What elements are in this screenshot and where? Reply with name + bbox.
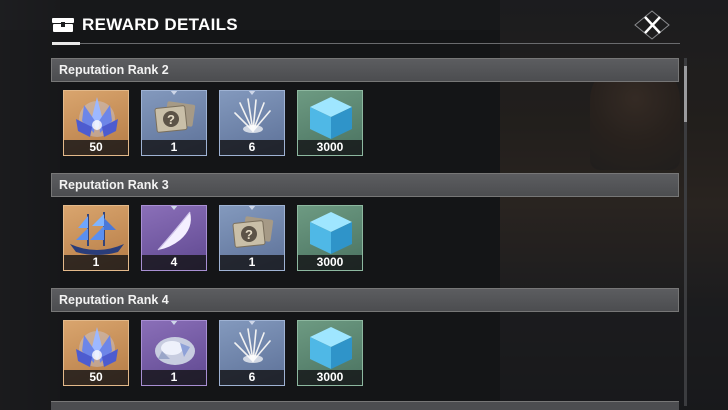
section-title: Reputation Rank 2 bbox=[59, 63, 169, 77]
blue-cube-icon bbox=[310, 327, 352, 369]
reward-item[interactable]: 50 bbox=[63, 320, 129, 386]
svg-text:?: ? bbox=[167, 112, 175, 127]
modal-header: REWARD DETAILS bbox=[52, 10, 238, 40]
item-quantity: 3000 bbox=[298, 140, 362, 155]
blue-cube-icon bbox=[310, 97, 352, 139]
reward-item[interactable]: 3000 bbox=[297, 205, 363, 271]
reward-item[interactable]: 6 bbox=[219, 90, 285, 156]
item-quantity: 50 bbox=[64, 140, 128, 155]
item-quantity: 1 bbox=[220, 255, 284, 270]
header-divider bbox=[52, 43, 680, 44]
white-feather-icon bbox=[157, 211, 191, 251]
section-title: Reputation Rank 4 bbox=[59, 293, 169, 307]
reward-item[interactable]: ? 1 bbox=[141, 90, 207, 156]
item-quantity: 1 bbox=[64, 255, 128, 270]
item-quantity: 6 bbox=[220, 370, 284, 385]
reward-item[interactable]: 1 bbox=[63, 205, 129, 271]
blue-cube-icon bbox=[310, 212, 352, 254]
reward-items-rank-3: 1 4 ? 1 3000 bbox=[63, 205, 363, 271]
next-section-header-partial bbox=[51, 401, 679, 410]
item-quantity: 50 bbox=[64, 370, 128, 385]
svg-text:?: ? bbox=[245, 227, 253, 242]
close-button[interactable] bbox=[633, 9, 671, 41]
item-quantity: 1 bbox=[142, 140, 206, 155]
reward-items-rank-2: 50 ? 1 6 3000 bbox=[63, 90, 363, 156]
crystal-lotus-icon bbox=[76, 327, 118, 367]
reward-item[interactable]: 1 bbox=[141, 320, 207, 386]
reward-items-rank-4: 50 1 6 3000 bbox=[63, 320, 363, 386]
item-quantity: 3000 bbox=[298, 370, 362, 385]
crystal-ore-icon bbox=[155, 337, 195, 365]
section-header-rank-4: Reputation Rank 4 bbox=[51, 288, 679, 312]
reward-item[interactable]: 50 bbox=[63, 90, 129, 156]
reward-item[interactable]: 6 bbox=[219, 320, 285, 386]
close-icon bbox=[634, 10, 670, 40]
item-quantity: 3000 bbox=[298, 255, 362, 270]
header-accent-line bbox=[52, 42, 80, 45]
section-title: Reputation Rank 3 bbox=[59, 178, 169, 192]
reward-item[interactable]: 4 bbox=[141, 205, 207, 271]
item-quantity: 4 bbox=[142, 255, 206, 270]
modal-title: REWARD DETAILS bbox=[82, 15, 238, 34]
feather-burst-icon bbox=[234, 98, 271, 133]
section-header-rank-3: Reputation Rank 3 bbox=[51, 173, 679, 197]
crystal-lotus-icon bbox=[76, 97, 118, 137]
scrollbar-thumb[interactable] bbox=[684, 66, 687, 122]
mystery-tickets-icon: ? bbox=[154, 101, 196, 133]
ghost-ship-icon bbox=[70, 212, 124, 255]
reward-item[interactable]: ? 1 bbox=[219, 205, 285, 271]
reward-item[interactable]: 3000 bbox=[297, 320, 363, 386]
mystery-tickets-icon: ? bbox=[232, 216, 274, 248]
feather-burst-icon bbox=[234, 328, 271, 363]
reward-item[interactable]: 3000 bbox=[297, 90, 363, 156]
item-quantity: 1 bbox=[142, 370, 206, 385]
item-quantity: 6 bbox=[220, 140, 284, 155]
chest-icon bbox=[52, 18, 74, 32]
section-header-rank-2: Reputation Rank 2 bbox=[51, 58, 679, 82]
